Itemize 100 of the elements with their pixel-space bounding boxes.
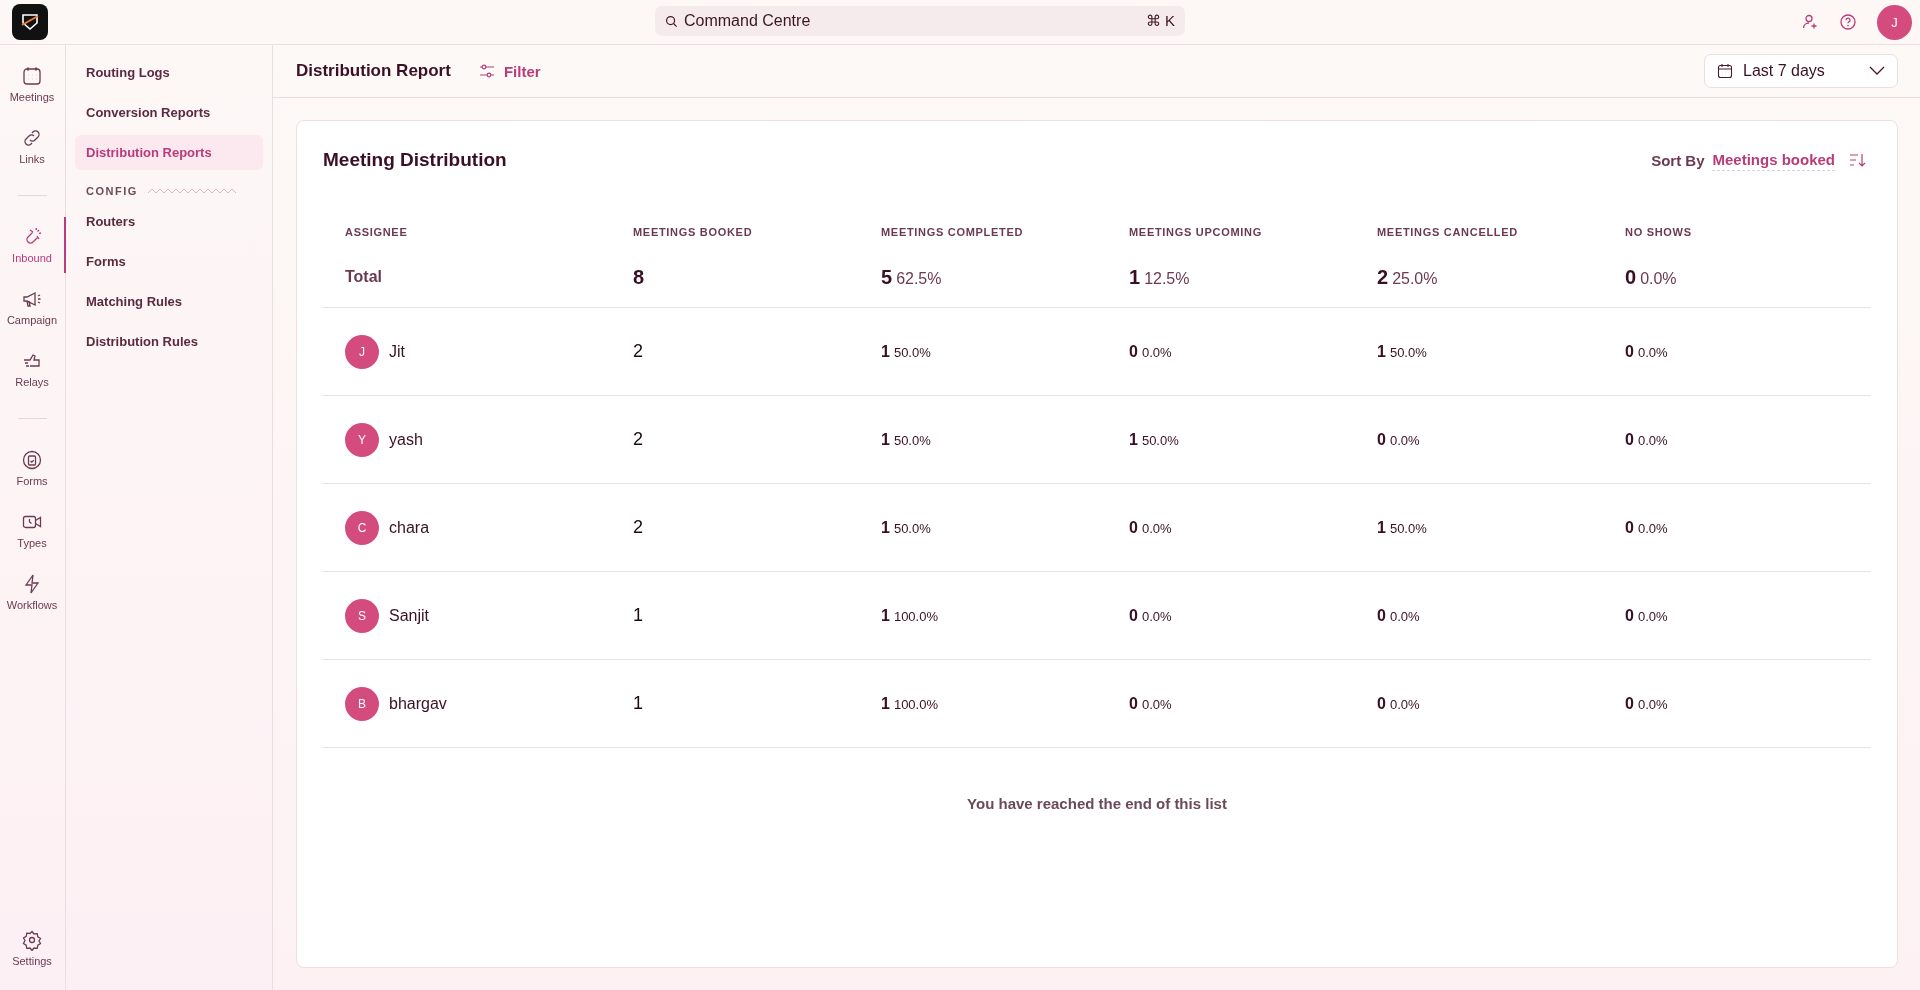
- sub-nav-item[interactable]: Routing Logs: [75, 55, 263, 90]
- meeting-percentage: 50.0%: [1141, 432, 1179, 448]
- column-header: MEETINGS CANCELLED: [1377, 226, 1519, 238]
- meeting-percentage: 0.0%: [1389, 696, 1420, 712]
- total-count: 2: [1377, 265, 1389, 289]
- meeting-percentage: 100.0%: [893, 608, 938, 624]
- help-icon[interactable]: [1839, 13, 1857, 31]
- meeting-count: 0: [1377, 694, 1386, 713]
- rail-nav-item[interactable]: Campaign: [0, 279, 66, 335]
- meeting-percentage: 0.0%: [1637, 696, 1668, 712]
- sliders-icon: [478, 63, 495, 79]
- total-count: 0: [1625, 265, 1637, 289]
- sort-label: Sort By: [1651, 151, 1705, 169]
- booked-count: 1: [633, 693, 643, 714]
- filter-button[interactable]: Filter: [474, 58, 545, 84]
- column-header: ASSIGNEE: [345, 226, 409, 238]
- rail-nav-item[interactable]: Forms: [0, 440, 66, 496]
- column-header: NO SHOWS: [1625, 226, 1693, 238]
- user-avatar[interactable]: J: [1877, 4, 1912, 40]
- assignee-name: chara: [389, 518, 430, 537]
- meeting-percentage: 0.0%: [1637, 608, 1668, 624]
- chevron-down-icon: [1869, 66, 1885, 76]
- column-header: MEETINGS UPCOMING: [1129, 226, 1263, 238]
- total-percentage: 62.5%: [896, 269, 942, 288]
- booked-count: 2: [633, 341, 643, 362]
- calendar-icon: [1717, 63, 1733, 79]
- assignee-avatar: Y: [345, 422, 379, 457]
- meeting-count: 0: [1625, 694, 1634, 713]
- sort-dropdown[interactable]: Meetings booked: [1712, 149, 1835, 171]
- total-percentage: 0.0%: [1640, 269, 1677, 288]
- meeting-count: 0: [1377, 430, 1386, 449]
- assignee-avatar: J: [345, 334, 379, 369]
- clipboard-icon: [21, 449, 43, 471]
- assignee-avatar: S: [345, 598, 379, 633]
- meeting-percentage: 0.0%: [1141, 608, 1172, 624]
- booked-count: 1: [633, 605, 643, 626]
- assignee-name: yash: [389, 430, 423, 449]
- sub-nav-item[interactable]: Distribution Reports: [75, 135, 263, 170]
- sub-nav-item[interactable]: Conversion Reports: [75, 95, 263, 130]
- date-range-dropdown[interactable]: Last 7 days: [1704, 54, 1898, 88]
- sub-nav-item[interactable]: Forms: [75, 244, 263, 279]
- meeting-count: 1: [881, 606, 890, 625]
- meeting-count: 0: [1129, 606, 1138, 625]
- meeting-percentage: 0.0%: [1389, 432, 1420, 448]
- meeting-percentage: 0.0%: [1637, 344, 1668, 360]
- meeting-percentage: 50.0%: [893, 520, 931, 536]
- column-header: MEETINGS BOOKED: [633, 226, 754, 238]
- total-count: 1: [1129, 265, 1141, 289]
- meeting-percentage: 0.0%: [1637, 432, 1668, 448]
- meeting-count: 0: [1625, 430, 1634, 449]
- rail-nav-item[interactable]: Workflows: [0, 564, 66, 620]
- booked-count: 2: [633, 517, 643, 538]
- rail-nav-item[interactable]: Links: [0, 118, 66, 174]
- meeting-percentage: 50.0%: [893, 432, 931, 448]
- meeting-percentage: 50.0%: [1389, 520, 1427, 536]
- assignee-avatar: B: [345, 686, 379, 721]
- calendar-icon: [21, 65, 43, 87]
- meeting-percentage: 0.0%: [1389, 608, 1420, 624]
- add-user-icon[interactable]: [1801, 13, 1819, 31]
- meeting-count: 0: [1625, 606, 1634, 625]
- search-icon: [665, 15, 678, 28]
- meeting-count: 0: [1129, 694, 1138, 713]
- sub-nav-item[interactable]: Routers: [75, 204, 263, 239]
- meeting-percentage: 0.0%: [1141, 696, 1172, 712]
- booked-count: 2: [633, 429, 643, 450]
- meeting-count: 1: [881, 430, 890, 449]
- sub-nav-item[interactable]: Matching Rules: [75, 284, 263, 319]
- meeting-percentage: 50.0%: [893, 344, 931, 360]
- rail-nav-item[interactable]: Meetings: [0, 56, 66, 112]
- total-label: Total: [345, 268, 383, 286]
- section-label: CONFIG: [86, 185, 138, 197]
- end-of-list-message: You have reached the end of this list: [966, 795, 1228, 812]
- total-percentage: 25.0%: [1392, 269, 1438, 288]
- meeting-count: 1: [881, 342, 890, 361]
- sort-descending-icon[interactable]: [1849, 152, 1867, 168]
- rail-nav-item[interactable]: Types: [0, 502, 66, 558]
- sub-nav-item[interactable]: Distribution Rules: [75, 324, 263, 359]
- total-count: 8: [633, 265, 645, 289]
- meeting-count: 0: [1625, 518, 1634, 537]
- page-title: Distribution Report: [296, 61, 451, 81]
- rail-nav-item[interactable]: Relays: [0, 341, 66, 397]
- settings-icon: [21, 929, 43, 951]
- assignee-name: Jit: [389, 342, 405, 361]
- settings-nav-item[interactable]: Settings: [0, 920, 66, 976]
- app-logo-icon[interactable]: [12, 4, 48, 40]
- meeting-count: 0: [1129, 342, 1138, 361]
- keyboard-shortcut: ⌘ K: [1145, 12, 1175, 30]
- meeting-percentage: 0.0%: [1141, 344, 1172, 360]
- meeting-count: 1: [881, 694, 890, 713]
- meeting-count: 0: [1377, 606, 1386, 625]
- assignee-avatar: C: [345, 510, 379, 545]
- meeting-count: 1: [1377, 518, 1386, 537]
- assignee-name: bhargav: [389, 694, 447, 713]
- meeting-percentage: 0.0%: [1141, 520, 1172, 536]
- total-percentage: 12.5%: [1144, 269, 1190, 288]
- meeting-count: 0: [1129, 518, 1138, 537]
- card-title: Meeting Distribution: [323, 149, 507, 171]
- total-count: 5: [881, 265, 893, 289]
- column-header: MEETINGS COMPLETED: [881, 226, 1025, 238]
- meeting-percentage: 100.0%: [893, 696, 938, 712]
